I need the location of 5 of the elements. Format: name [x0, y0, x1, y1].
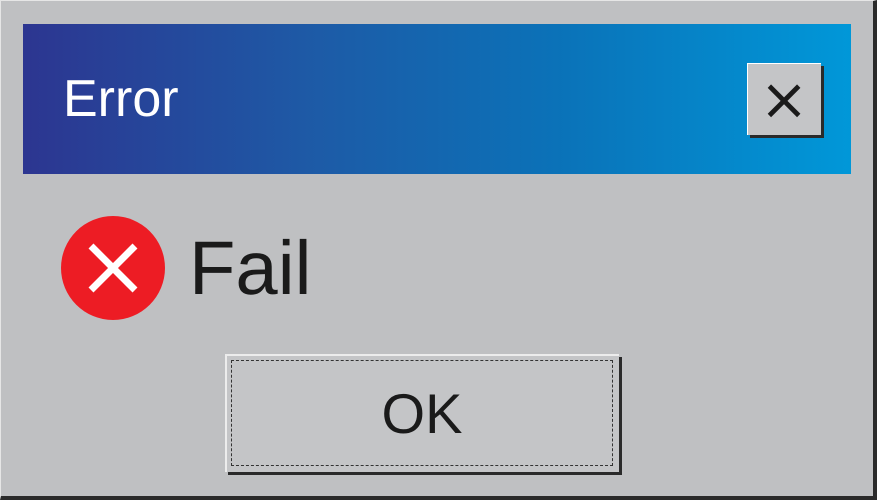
- ok-button[interactable]: OK: [225, 354, 619, 472]
- error-icon: [61, 216, 165, 320]
- window-title: Error: [63, 69, 179, 129]
- close-button[interactable]: ×: [747, 63, 821, 135]
- error-message: Fail: [189, 224, 312, 312]
